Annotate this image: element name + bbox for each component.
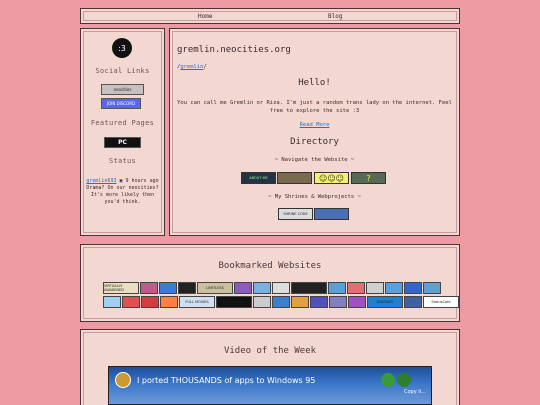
breadcrumb: /gremlin/ <box>177 64 207 70</box>
page-title: gremlin.neocities.org <box>177 45 291 55</box>
status-heading: Status <box>108 157 137 165</box>
status-text: Drama? On our neocities? It's more likel… <box>86 185 159 205</box>
read-more-link[interactable]: Read More <box>300 122 330 128</box>
neocities-badge[interactable]: neocities <box>101 84 144 95</box>
bookmark-button[interactable] <box>404 282 422 294</box>
nav-about-me-button[interactable]: ABOUT ME <box>241 172 276 184</box>
bookmark-button[interactable]: SILICON GIRL <box>216 296 252 308</box>
shrine-button-2[interactable] <box>314 208 349 220</box>
status-user-link[interactable]: gremlin693 <box>86 178 116 184</box>
featured-pc-label: PC <box>118 139 127 146</box>
bookmark-button[interactable] <box>423 282 441 294</box>
channel-avatar[interactable] <box>115 372 131 388</box>
video-heading: Video of the Week <box>223 346 317 356</box>
top-nav: Home Blog <box>80 8 460 24</box>
featured-pages-heading: Featured Pages <box>90 119 155 127</box>
bookmark-button[interactable] <box>140 282 158 294</box>
question-icon: ? <box>366 173 371 183</box>
nav-about-me-label: ABOUT ME <box>249 176 268 180</box>
hello-heading: Hello! <box>298 78 331 88</box>
video-title: I ported THOUSANDS of apps to Windows 95 <box>137 376 316 385</box>
avatar: :3 <box>112 38 132 58</box>
bookmark-button[interactable] <box>253 282 271 294</box>
main-panel <box>169 28 460 236</box>
bookmark-button[interactable] <box>348 296 366 308</box>
directory-heading: Directory <box>290 137 339 147</box>
bookmark-button[interactable] <box>159 282 177 294</box>
status-entry: gremlin693 ▣ 9 hours ago Drama? On our n… <box>82 178 163 206</box>
bookmarks-heading: Bookmarked Websites <box>218 261 322 271</box>
bookmark-button[interactable] <box>234 282 252 294</box>
bookmark-button[interactable]: DIGERATI <box>367 296 403 308</box>
nav-question-button[interactable]: ? <box>351 172 386 184</box>
discord-badge[interactable]: JOIN DISCORD <box>101 98 141 109</box>
bookmark-button[interactable] <box>141 296 159 308</box>
shrine-code-label: SHRINE CODE <box>283 212 308 216</box>
check-icon <box>381 373 395 387</box>
video-embed[interactable]: I ported THOUSANDS of apps to Windows 95… <box>108 366 432 405</box>
shrine-code-button[interactable]: SHRINE CODE <box>278 208 313 220</box>
bookmark-button[interactable] <box>272 296 290 308</box>
nav-button-2[interactable] <box>277 172 312 184</box>
bookmark-button[interactable] <box>291 296 309 308</box>
bookmark-button[interactable] <box>253 296 271 308</box>
bookmark-button[interactable] <box>103 296 121 308</box>
navigate-heading: ~ Navigate the Website ~ <box>274 157 355 163</box>
status-icon: ▣ <box>119 178 123 184</box>
bookmark-button[interactable]: FULL MOVIES <box>179 296 215 308</box>
nav-blog-link[interactable]: Blog <box>328 13 342 20</box>
bookmark-button[interactable]: BLEED YOUR ... <box>291 282 327 294</box>
bookmark-button[interactable] <box>329 296 347 308</box>
check-icon-2 <box>397 373 411 387</box>
crumb-slash-end: / <box>203 64 207 70</box>
nav-home-link[interactable]: Home <box>198 13 212 20</box>
status-time: 9 hours ago <box>125 178 159 184</box>
smiley-icon: ☺☺☺ <box>318 173 345 183</box>
crumb-gremlin-link[interactable]: gremlin <box>180 64 203 70</box>
social-links-heading: Social Links <box>95 67 150 75</box>
nav-smiley-button[interactable]: ☺☺☺ <box>314 172 349 184</box>
bookmark-button[interactable] <box>310 296 328 308</box>
bookmark-button[interactable]: StatusCafe <box>423 296 459 308</box>
bookmark-button[interactable] <box>178 282 196 294</box>
bookmark-button[interactable] <box>160 296 178 308</box>
bookmark-button[interactable] <box>122 296 140 308</box>
bookmark-button[interactable] <box>272 282 290 294</box>
bookmark-button[interactable] <box>404 296 422 308</box>
shrines-heading: ~ My Shrines & Webprojects ~ <box>268 194 361 200</box>
bookmark-button[interactable] <box>366 282 384 294</box>
bookmark-button[interactable] <box>385 282 403 294</box>
bookmark-button[interactable] <box>328 282 346 294</box>
bookmark-button[interactable] <box>347 282 365 294</box>
featured-pc-badge[interactable]: PC <box>104 137 141 148</box>
copy-link-label[interactable]: Copy li... <box>404 389 426 395</box>
bookmark-button[interactable]: VIRTUALLY AWAKENED <box>103 282 139 294</box>
bookmark-button[interactable]: LIMITLESS <box>197 282 233 294</box>
intro-text: You can call me Gremlin or Riza. I'm jus… <box>177 100 452 114</box>
